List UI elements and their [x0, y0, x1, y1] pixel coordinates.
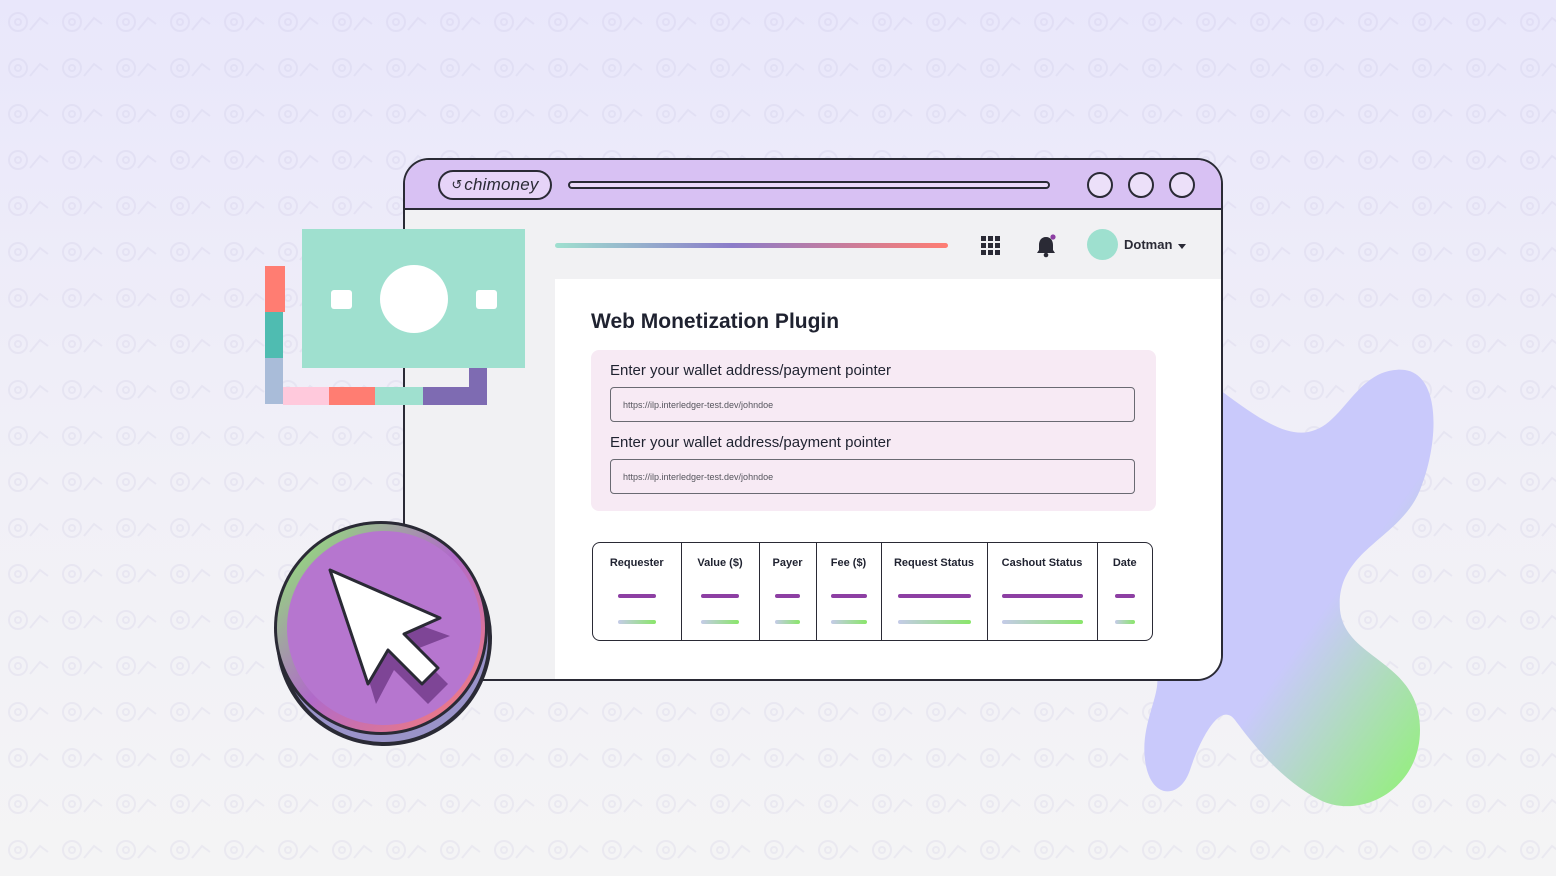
window-button-1[interactable]: [1087, 172, 1113, 198]
money-bill-icon: [265, 229, 525, 405]
placeholder-bar: [897, 620, 971, 624]
placeholder-bar: [617, 620, 656, 624]
notification-bell-icon[interactable]: [1035, 234, 1057, 258]
table-cell: [681, 584, 760, 640]
caret-down-icon[interactable]: [1178, 244, 1186, 249]
table-cell: [816, 584, 882, 640]
main-panel: Web Monetization Plugin Enter your walle…: [555, 279, 1221, 679]
browser-titlebar: ↺ chimoney: [405, 160, 1221, 210]
apps-grid-icon[interactable]: [981, 236, 1000, 255]
placeholder-bar: [775, 620, 800, 624]
placeholder-bar: [701, 594, 739, 598]
window-button-3[interactable]: [1169, 172, 1195, 198]
table-cell: [759, 584, 817, 640]
wallet-field-label-1: Enter your wallet address/payment pointe…: [610, 362, 891, 379]
table-cell: [987, 584, 1098, 640]
requests-table: Requester Value ($) Payer Fee ($) Reques…: [592, 542, 1153, 641]
placeholder-bar: [617, 594, 656, 598]
header-gradient-line: [555, 243, 948, 248]
table-cell: [881, 584, 988, 640]
window-button-2[interactable]: [1128, 172, 1154, 198]
wallet-address-input-2[interactable]: [610, 459, 1135, 494]
table-cell: [593, 584, 682, 640]
wallet-form: Enter your wallet address/payment pointe…: [591, 350, 1156, 511]
placeholder-bar: [701, 620, 739, 624]
cursor-arrow-icon: [274, 521, 492, 746]
column-header-fee[interactable]: Fee ($): [816, 543, 882, 584]
page-title: Web Monetization Plugin: [591, 310, 840, 333]
address-bar[interactable]: [568, 181, 1050, 189]
column-header-cashout-status[interactable]: Cashout Status: [987, 543, 1098, 584]
table-cell: [1097, 584, 1152, 640]
column-header-request-status[interactable]: Request Status: [881, 543, 988, 584]
placeholder-bar: [830, 620, 867, 624]
placeholder-bar: [1001, 620, 1083, 624]
placeholder-bar: [1001, 594, 1083, 598]
avatar[interactable]: [1087, 229, 1118, 260]
chimoney-logo[interactable]: ↺ chimoney: [438, 170, 552, 200]
column-header-payer[interactable]: Payer: [759, 543, 817, 584]
chimoney-logo-icon: ↺: [451, 177, 463, 192]
wallet-address-input-1[interactable]: [610, 387, 1135, 422]
user-name[interactable]: Dotman: [1124, 237, 1172, 252]
column-header-value[interactable]: Value ($): [681, 543, 760, 584]
column-header-date[interactable]: Date: [1097, 543, 1152, 584]
table-header-row: Requester Value ($) Payer Fee ($) Reques…: [593, 543, 1152, 584]
logo-text: chimoney: [464, 175, 539, 194]
table-row[interactable]: [593, 584, 1152, 640]
placeholder-bar: [1114, 620, 1135, 624]
wallet-field-label-2: Enter your wallet address/payment pointe…: [610, 434, 891, 451]
column-header-requester[interactable]: Requester: [593, 543, 682, 584]
placeholder-bar: [897, 594, 971, 598]
placeholder-bar: [775, 594, 800, 598]
placeholder-bar: [1114, 594, 1135, 598]
placeholder-bar: [830, 594, 867, 598]
